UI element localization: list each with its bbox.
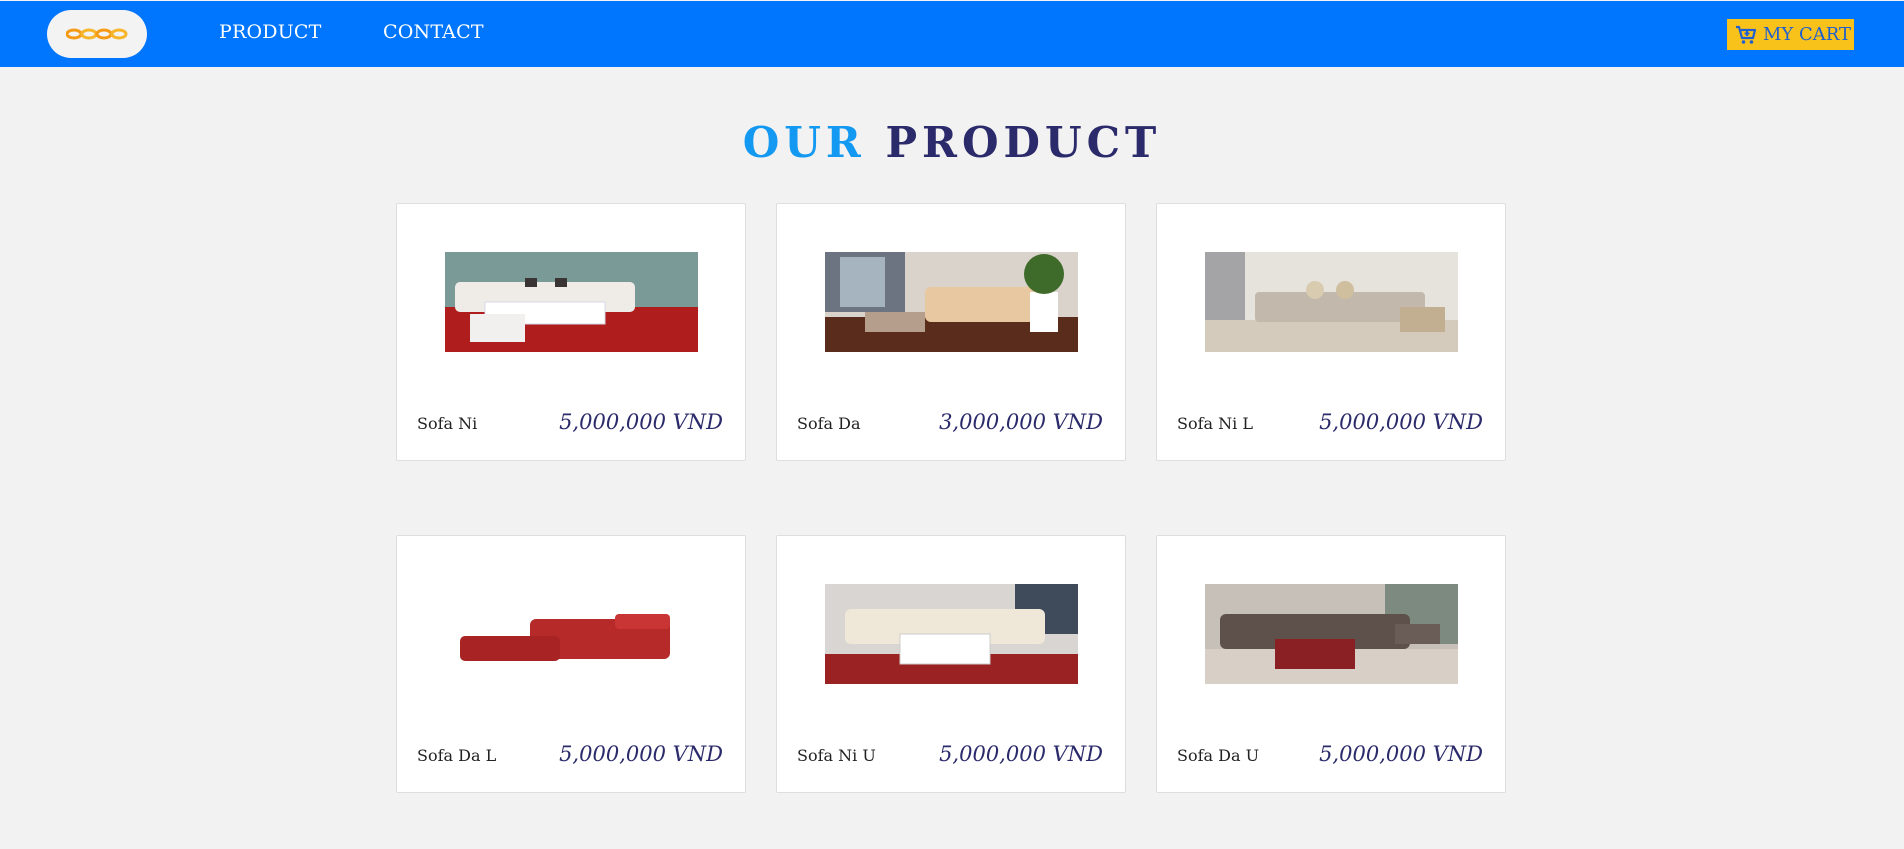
product-image[interactable]: [1205, 252, 1458, 352]
navbar: PRODUCT CONTACT MY CART: [0, 1, 1904, 67]
product-price: 5,000,000 VND: [939, 742, 1103, 766]
product-image[interactable]: [825, 584, 1078, 684]
product-name: Sofa Da U: [1177, 746, 1260, 765]
logo[interactable]: [47, 10, 147, 58]
product-price: 5,000,000 VND: [559, 742, 723, 766]
product-card[interactable]: Sofa Ni U 5,000,000 VND: [776, 535, 1126, 793]
cart-icon: [1736, 25, 1757, 44]
product-name: Sofa Ni: [417, 414, 478, 433]
product-name: Sofa Ni U: [797, 746, 876, 765]
product-image[interactable]: [825, 252, 1078, 352]
product-price: 5,000,000 VND: [559, 410, 723, 434]
product-name: Sofa Ni L: [1177, 414, 1253, 433]
product-card[interactable]: Sofa Ni 5,000,000 VND: [396, 203, 746, 461]
title-word-our: OUR: [742, 118, 866, 167]
my-cart-button[interactable]: MY CART: [1727, 19, 1854, 50]
product-card[interactable]: Sofa Da U 5,000,000 VND: [1156, 535, 1506, 793]
product-image[interactable]: [1205, 584, 1458, 684]
nav-product[interactable]: PRODUCT: [219, 21, 322, 43]
product-card[interactable]: Sofa Ni L 5,000,000 VND: [1156, 203, 1506, 461]
nav-contact[interactable]: CONTACT: [383, 21, 484, 43]
product-card[interactable]: Sofa Da 3,000,000 VND: [776, 203, 1126, 461]
cart-label: MY CART: [1763, 24, 1852, 45]
product-price: 3,000,000 VND: [939, 410, 1103, 434]
title-word-product: PRODUCT: [885, 118, 1162, 167]
product-name: Sofa Da: [797, 414, 861, 433]
logo-icon: [66, 28, 128, 40]
product-image[interactable]: [445, 584, 698, 684]
page-title: OUR PRODUCT: [0, 118, 1904, 167]
product-name: Sofa Da L: [417, 746, 497, 765]
product-card[interactable]: Sofa Da L 5,000,000 VND: [396, 535, 746, 793]
product-image[interactable]: [445, 252, 698, 352]
product-price: 5,000,000 VND: [1319, 742, 1483, 766]
product-price: 5,000,000 VND: [1319, 410, 1483, 434]
